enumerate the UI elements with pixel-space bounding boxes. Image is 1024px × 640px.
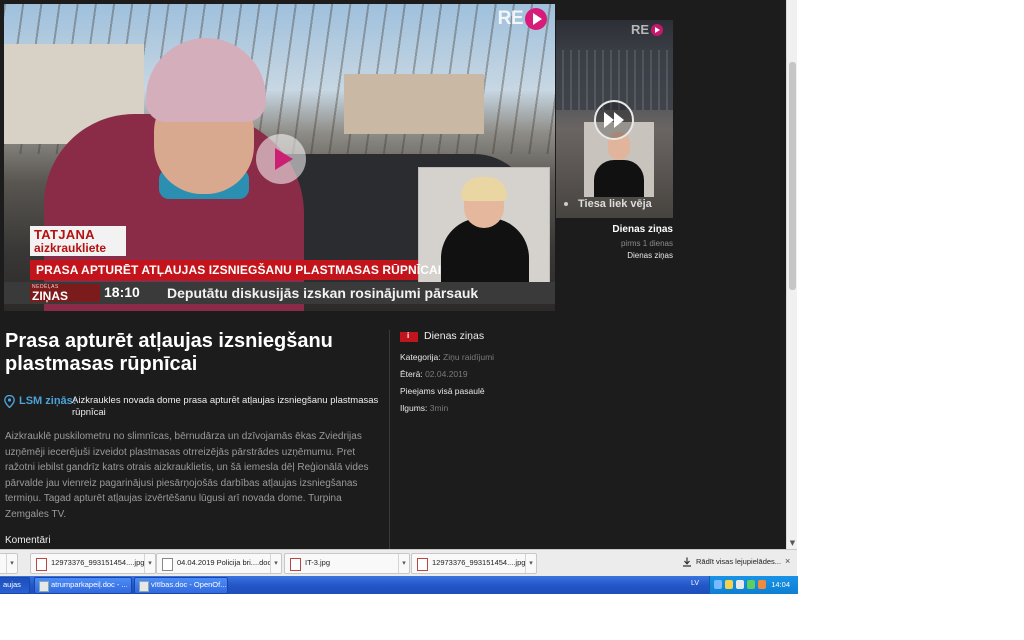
document-icon xyxy=(39,581,49,592)
speaker-name-caption: TATJANA aizkrauklietе xyxy=(30,226,126,256)
speaker-subtitle: aizkrauklietе xyxy=(34,241,107,255)
column-divider xyxy=(389,330,390,549)
download-file-name: IT-3.jpg xyxy=(305,558,331,567)
video-building-2 xyxy=(344,74,484,134)
news-program-logo: NEDĒĻAS ZIŅAS xyxy=(30,284,100,303)
system-tray: 14:04 xyxy=(709,576,798,594)
video-headline-bar: PRASA APTURĒT ATĻAUJAS IZSNIEGŠANU PLAST… xyxy=(30,260,441,280)
comments-heading: Komentāri xyxy=(5,535,51,546)
related-video-time: pirms 1 dienas xyxy=(620,239,673,248)
related-play-logo-icon xyxy=(651,23,663,36)
download-item[interactable]: 04.04.2019 Policija bri....doc ▾ xyxy=(156,553,282,574)
related-interpreter-body xyxy=(594,160,644,197)
download-menu-arrow-icon[interactable]: ▾ xyxy=(525,554,536,573)
play-button-icon[interactable] xyxy=(256,134,306,184)
download-item[interactable]: 12973376_993151454....jpg ▾ xyxy=(30,553,156,574)
show-all-downloads-label: Rādīt visas lejupielādes... xyxy=(696,557,782,566)
interpreter-hair xyxy=(461,177,507,201)
channel-logo: RE xyxy=(498,7,547,31)
video-headline: PRASA APTURĒT ATĻAUJAS IZSNIEGŠANU PLAST… xyxy=(36,263,442,277)
scrollbar-thumb[interactable] xyxy=(789,62,796,290)
download-icon xyxy=(683,557,691,567)
windows-taskbar: aujas atrumparkapeiļ.doc - ... vītības.d… xyxy=(0,576,798,594)
show-all-downloads-link[interactable]: Rādīt visas lejupielādes... xyxy=(682,557,781,567)
show-name[interactable]: Dienas ziņas xyxy=(424,330,484,342)
blank-area xyxy=(797,0,1024,640)
ticker-time: 18:10 xyxy=(104,284,140,300)
category-value[interactable]: Ziņu raidījumi xyxy=(443,352,494,362)
related-video-show[interactable]: Dienas ziņas xyxy=(556,251,673,260)
related-caption-text: Tiesa liek vēja xyxy=(578,198,652,210)
update-icon[interactable] xyxy=(747,580,755,589)
duration-row: Ilgums: 3min xyxy=(400,403,448,413)
download-menu-arrow-icon[interactable]: ▾ xyxy=(398,554,409,573)
download-file-name: 04.04.2019 Policija bri....doc xyxy=(177,558,272,567)
app-tray-icon[interactable] xyxy=(758,580,766,589)
taskbar-item-label: atrumparkapeiļ.doc - ... xyxy=(51,580,128,589)
channel-logo-text: RE xyxy=(497,8,524,29)
related-logo-text: RE xyxy=(630,22,649,37)
news-ticker: NEDĒĻAS ZIŅAS 18:10 Deputātu diskusijās … xyxy=(4,282,555,304)
taskbar-item[interactable]: vītības.doc - OpenOf... xyxy=(134,577,228,594)
related-video-title[interactable]: Dienas ziņas xyxy=(556,224,673,235)
interpreter-body xyxy=(441,218,529,286)
ticker-text: Deputātu diskusijās izskan rosinājumi pā… xyxy=(167,285,479,301)
close-icon[interactable]: × xyxy=(785,556,790,566)
download-item[interactable]: IT-3.jpg ▾ xyxy=(284,553,410,574)
aired-value: 02.04.2019 xyxy=(425,369,468,379)
image-file-icon xyxy=(36,558,47,571)
bullet-icon xyxy=(564,202,568,207)
volume-icon[interactable] xyxy=(736,580,744,589)
category-key: Kategorija: xyxy=(400,352,441,362)
language-indicator[interactable]: LV xyxy=(691,580,699,587)
document-icon xyxy=(139,581,149,592)
image-file-icon xyxy=(290,558,301,571)
clock[interactable]: 14:04 xyxy=(771,580,790,589)
taskbar-item-label: aujas xyxy=(3,580,21,589)
scroll-down-arrow-icon[interactable]: ▼ xyxy=(788,539,797,547)
downloads-bar: ▾ 12973376_993151454....jpg ▾ 04.04.2019… xyxy=(0,549,797,577)
lsm-article-link[interactable]: Aizkraukles novada dome prasa apturēt at… xyxy=(72,395,382,419)
download-file-name: 12973376_993151454....jpg xyxy=(51,558,145,567)
main-video-player[interactable]: RE TATJANA aizkrauklietе PRASA APTURĒT A… xyxy=(4,4,555,311)
taskbar-item[interactable]: aujas xyxy=(0,577,30,594)
location-pin-icon xyxy=(4,395,15,408)
aired-row: Ēterā: 02.04.2019 xyxy=(400,369,468,379)
network-icon[interactable] xyxy=(714,580,722,589)
taskbar-item[interactable]: atrumparkapeiļ.doc - ... xyxy=(34,577,132,594)
speaker-name: TATJANA xyxy=(34,227,95,242)
download-file-name: 12973376_993151454....jpg xyxy=(432,558,526,567)
duration-key: Ilgums: xyxy=(400,403,428,413)
aired-key: Ēterā: xyxy=(400,369,423,379)
download-menu-arrow-icon[interactable]: ▾ xyxy=(6,554,17,573)
fast-forward-icon[interactable] xyxy=(594,100,634,140)
category-row: Kategorija: Ziņu raidījumi xyxy=(400,352,494,362)
related-caption: Tiesa liek vēja xyxy=(564,198,652,210)
related-video-thumbnail[interactable]: RE Tiesa liek vēja xyxy=(556,20,673,218)
article-body: Aizkrauklē puskilometru no slimnīcas, bē… xyxy=(5,431,369,520)
taskbar-item-label: vītības.doc - OpenOf... xyxy=(151,580,227,589)
web-page: RE TATJANA aizkrauklietе PRASA APTURĒT A… xyxy=(0,0,786,549)
show-info-icon xyxy=(400,331,418,342)
play-logo-icon xyxy=(525,8,547,30)
news-logo-text: ZIŅAS xyxy=(32,289,68,303)
availability-text: Pieejams visā pasaulē xyxy=(400,386,485,396)
duration-value: 3min xyxy=(429,403,449,413)
article-title: Prasa apturēt atļaujas izsniegšanu plast… xyxy=(5,330,333,375)
image-file-icon xyxy=(417,558,428,571)
availability-row: Pieejams visā pasaulē xyxy=(400,386,485,396)
download-menu-arrow-icon[interactable]: ▾ xyxy=(144,554,155,573)
document-file-icon xyxy=(162,558,173,571)
download-item-partial[interactable]: ▾ xyxy=(0,553,18,574)
download-menu-arrow-icon[interactable]: ▾ xyxy=(270,554,281,573)
security-icon[interactable] xyxy=(725,580,733,589)
download-item[interactable]: 12973376_993151454....jpg ▾ xyxy=(411,553,537,574)
related-channel-logo: RE xyxy=(631,22,663,37)
lsm-label: LSM ziņās: xyxy=(19,395,77,407)
